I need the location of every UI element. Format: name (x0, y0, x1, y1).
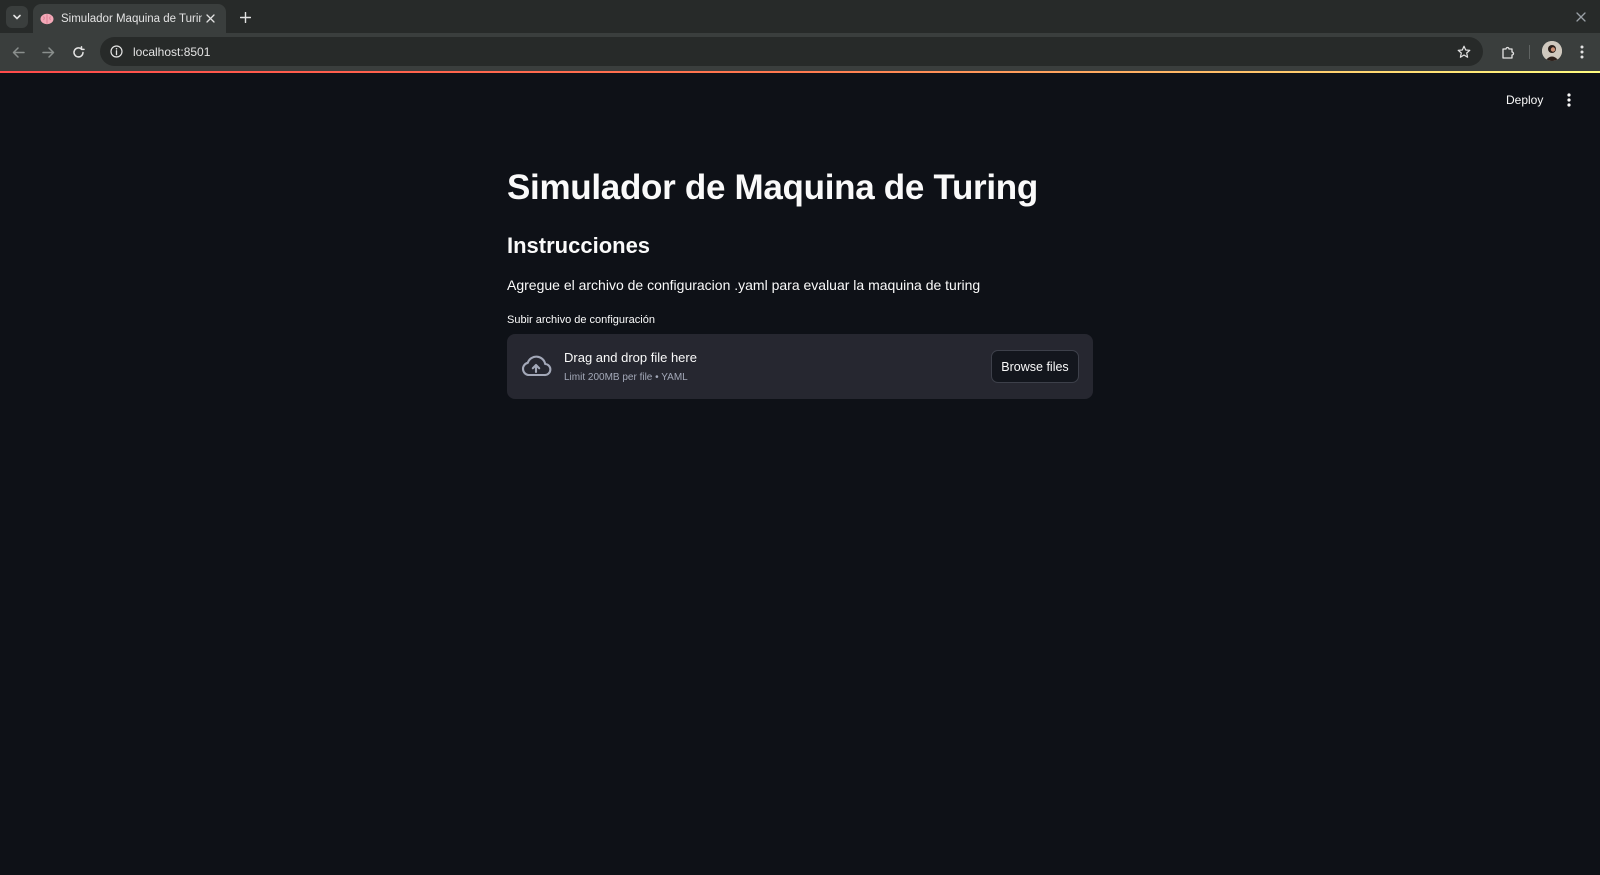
page-title: Simulador de Maquina de Turing (507, 168, 1038, 207)
reload-icon (72, 45, 85, 58)
window-close-button[interactable] (1570, 6, 1592, 28)
close-icon[interactable] (202, 11, 218, 27)
plus-icon (239, 11, 251, 23)
app-menu-button[interactable] (1558, 89, 1580, 111)
browse-files-button[interactable]: Browse files (991, 350, 1079, 383)
app-container: Deploy Simulador de Maquina de Turing In… (0, 73, 1600, 875)
dropzone-title: Drag and drop file here (564, 350, 697, 365)
bookmark-button[interactable] (1453, 41, 1475, 63)
kebab-menu-icon (1580, 45, 1584, 59)
file-uploader-label: Subir archivo de configuración (507, 314, 655, 326)
back-button[interactable] (7, 41, 29, 63)
kebab-menu-icon (1567, 93, 1571, 107)
browser-tabstrip: Simulador Maquina de Turing (0, 0, 1600, 33)
file-dropzone[interactable]: Drag and drop file here Limit 200MB per … (507, 334, 1093, 399)
chevron-down-icon (13, 14, 21, 20)
tab-search-button[interactable] (6, 6, 28, 28)
browser-toolbar: localhost:8501 (0, 33, 1600, 71)
cloud-upload-icon (521, 355, 552, 377)
browser-tab[interactable]: Simulador Maquina de Turing (33, 4, 226, 33)
puzzle-icon (1501, 46, 1514, 59)
tab-title: Simulador Maquina de Turing (61, 12, 202, 25)
brain-icon (39, 11, 55, 27)
reload-button[interactable] (67, 41, 89, 63)
info-icon[interactable] (110, 45, 123, 58)
deploy-button[interactable]: Deploy (1500, 89, 1549, 111)
address-bar[interactable]: localhost:8501 (100, 37, 1483, 66)
forward-button[interactable] (37, 41, 59, 63)
extensions-button[interactable] (1497, 41, 1519, 63)
toolbar-divider (1529, 45, 1530, 59)
browser-menu-button[interactable] (1571, 41, 1593, 63)
arrow-right-icon (41, 46, 54, 58)
close-icon (1576, 12, 1586, 22)
instructions-text: Agregue el archivo de configuracion .yam… (507, 277, 981, 293)
arrow-left-icon (12, 46, 25, 58)
instructions-heading: Instrucciones (507, 233, 651, 258)
dropzone-hint: Limit 200MB per file • YAML (564, 372, 688, 383)
new-tab-button[interactable] (234, 6, 256, 28)
url-text[interactable]: localhost:8501 (133, 45, 210, 59)
star-icon (1457, 45, 1471, 58)
avatar[interactable] (1542, 41, 1562, 61)
